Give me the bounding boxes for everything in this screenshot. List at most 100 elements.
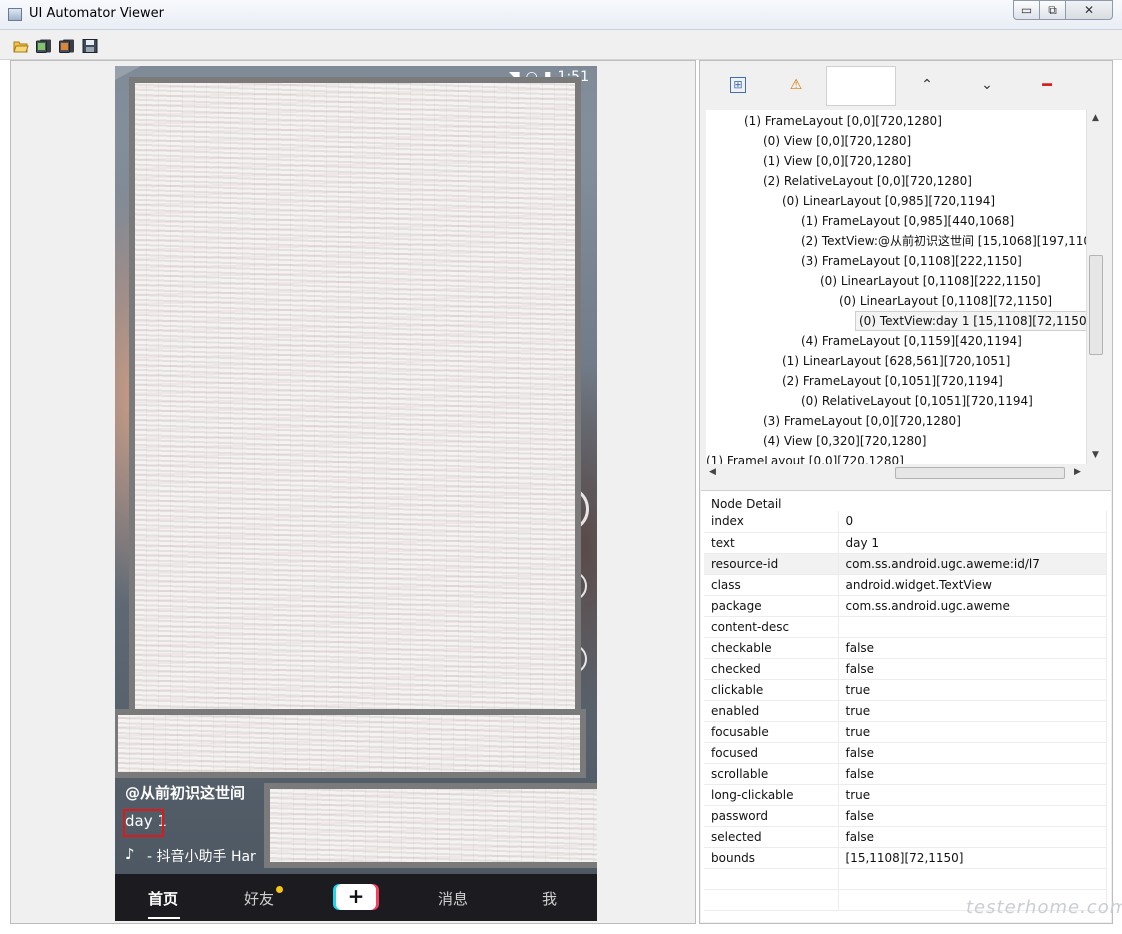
tree-node-selected[interactable]: (0) TextView:day 1 [15,1108][72,1150] bbox=[855, 311, 1086, 331]
scroll-left-arrow-icon[interactable]: ◀ bbox=[709, 467, 716, 477]
detail-value[interactable] bbox=[838, 868, 1107, 890]
tree-node[interactable]: (0) LinearLayout [0,1108][222,1150] bbox=[820, 271, 1041, 291]
scrambled-music-disc bbox=[264, 783, 597, 868]
tree-node[interactable]: (1) View [0,0][720,1280] bbox=[763, 151, 911, 171]
scroll-right-arrow-icon[interactable]: ▶ bbox=[1074, 467, 1081, 477]
tree-node[interactable]: (0) View [0,0][720,1280] bbox=[763, 131, 911, 151]
scrambled-video-region bbox=[129, 77, 581, 715]
detail-value[interactable]: false bbox=[838, 826, 1107, 848]
detail-row[interactable]: password false bbox=[704, 805, 1107, 827]
detail-row[interactable]: clickable true bbox=[704, 679, 1107, 701]
clear-search-icon[interactable]: ━ bbox=[1039, 77, 1055, 93]
detail-row[interactable]: scrollable false bbox=[704, 763, 1107, 785]
detail-row[interactable]: content-desc bbox=[704, 616, 1107, 638]
music-title[interactable]: - 抖音小助手 Har bbox=[147, 846, 256, 866]
tree-node[interactable]: (0) LinearLayout [0,1108][72,1150] bbox=[839, 291, 1052, 311]
detail-key bbox=[704, 889, 839, 911]
close-button[interactable]: ✕ bbox=[1065, 0, 1113, 20]
detail-value[interactable]: false bbox=[838, 637, 1107, 659]
detail-value[interactable]: com.ss.android.ugc.aweme bbox=[838, 595, 1107, 617]
detail-row[interactable]: resource-id com.ss.android.ugc.aweme:id/l… bbox=[704, 553, 1107, 575]
tree-node[interactable]: (0) LinearLayout [0,985][720,1194] bbox=[782, 191, 995, 211]
detail-key bbox=[704, 868, 839, 890]
tree-horizontal-scroll-thumb[interactable] bbox=[895, 467, 1065, 479]
tree-horizontal-scrollbar[interactable]: ◀ ▶ bbox=[706, 464, 1086, 482]
tree-node[interactable]: (2) TextView:@从前初识这世间 [15,1068][197,1106… bbox=[801, 231, 1086, 251]
device-screenshot[interactable]: ◥◠▮1:51 @从前初识这世间 day 1 ♪ - 抖音小助手 Har 首页 … bbox=[115, 66, 597, 921]
detail-row[interactable]: focused false bbox=[704, 742, 1107, 764]
open-folder-icon[interactable] bbox=[13, 39, 29, 53]
detail-row[interactable]: class android.widget.TextView bbox=[704, 574, 1107, 596]
tree-node[interactable]: (4) FrameLayout [0,1159][420,1194] bbox=[801, 331, 1022, 351]
scroll-down-arrow-icon[interactable]: ▼ bbox=[1092, 450, 1099, 460]
detail-value[interactable]: true bbox=[838, 679, 1107, 701]
tree-node[interactable]: (1) FrameLayout [0,985][440,1068] bbox=[801, 211, 1014, 231]
nav-me[interactable]: 我 bbox=[542, 888, 557, 909]
window-title: UI Automator Viewer bbox=[29, 6, 165, 21]
detail-row[interactable]: long-clickable true bbox=[704, 784, 1107, 806]
detail-row[interactable]: bounds [15,1108][72,1150] bbox=[704, 847, 1107, 869]
app-icon bbox=[8, 8, 22, 21]
previous-match-icon[interactable]: ⌃ bbox=[919, 77, 935, 93]
search-field[interactable] bbox=[826, 66, 896, 106]
next-match-icon[interactable]: ⌄ bbox=[979, 77, 995, 93]
tree-vertical-scrollbar[interactable]: ▲ ▼ bbox=[1086, 110, 1104, 464]
detail-key: package bbox=[704, 595, 839, 617]
detail-key: clickable bbox=[704, 679, 839, 701]
tree-toolbar: ⊞ ⚠ ⌃ ⌄ ━ bbox=[700, 61, 1112, 109]
warning-icon[interactable]: ⚠ bbox=[788, 77, 804, 93]
author-name[interactable]: @从前初识这世间 bbox=[125, 782, 245, 803]
detail-value[interactable]: true bbox=[838, 700, 1107, 722]
detail-value[interactable]: false bbox=[838, 742, 1107, 764]
detail-value[interactable]: false bbox=[838, 658, 1107, 680]
tree-node[interactable]: (0) RelativeLayout [0,1051][720,1194] bbox=[801, 391, 1033, 411]
minimize-button[interactable]: ▭ bbox=[1013, 0, 1040, 20]
detail-value[interactable]: day 1 bbox=[838, 532, 1107, 554]
detail-value[interactable]: false bbox=[838, 805, 1107, 827]
tree-node[interactable]: (3) FrameLayout [0,1108][222,1150] bbox=[801, 251, 1022, 271]
tree-node[interactable]: (1) LinearLayout [628,561][720,1051] bbox=[782, 351, 1010, 371]
create-video-button[interactable]: + bbox=[336, 884, 376, 910]
bottom-navigation: 首页 好友 + 消息 我 bbox=[115, 874, 597, 921]
detail-row[interactable]: focusable true bbox=[704, 721, 1107, 743]
tree-node[interactable]: (2) RelativeLayout [0,0][720,1280] bbox=[763, 171, 972, 191]
detail-value[interactable]: true bbox=[838, 784, 1107, 806]
detail-key: resource-id bbox=[704, 553, 839, 575]
detail-row[interactable]: text day 1 bbox=[704, 532, 1107, 554]
device-screenshot-compressed-icon[interactable] bbox=[59, 39, 75, 53]
detail-row[interactable] bbox=[704, 868, 1107, 890]
detail-row[interactable]: checked false bbox=[704, 658, 1107, 680]
nav-friends[interactable]: 好友 bbox=[244, 888, 274, 909]
window-titlebar: UI Automator Viewer ▭ ⧉ ✕ bbox=[0, 0, 1122, 30]
detail-value[interactable]: false bbox=[838, 763, 1107, 785]
detail-row[interactable]: package com.ss.android.ugc.aweme bbox=[704, 595, 1107, 617]
detail-value[interactable]: true bbox=[838, 721, 1107, 743]
tree-node[interactable]: (2) FrameLayout [0,1051][720,1194] bbox=[782, 371, 1003, 391]
detail-row[interactable]: checkable false bbox=[704, 637, 1107, 659]
tree-vertical-scroll-thumb[interactable] bbox=[1089, 255, 1103, 355]
tree-node[interactable]: (3) FrameLayout [0,0][720,1280] bbox=[763, 411, 961, 431]
maximize-button[interactable]: ⧉ bbox=[1039, 0, 1066, 20]
detail-key: long-clickable bbox=[704, 784, 839, 806]
expand-all-icon[interactable]: ⊞ bbox=[730, 77, 746, 93]
detail-row[interactable]: selected false bbox=[704, 826, 1107, 848]
nav-messages[interactable]: 消息 bbox=[438, 888, 468, 909]
detail-value[interactable]: [15,1108][72,1150] bbox=[838, 847, 1107, 869]
detail-row[interactable]: enabled true bbox=[704, 700, 1107, 722]
tree-node[interactable]: (1) FrameLayout [0,0][720,1280] bbox=[744, 111, 942, 131]
save-icon[interactable] bbox=[82, 39, 98, 53]
tree-node[interactable]: (4) View [0,320][720,1280] bbox=[763, 431, 926, 451]
detail-value[interactable] bbox=[838, 616, 1107, 638]
detail-key: class bbox=[704, 574, 839, 596]
device-screenshot-icon[interactable] bbox=[36, 39, 52, 53]
detail-value[interactable]: com.ss.android.ugc.aweme:id/l7 bbox=[838, 553, 1107, 575]
detail-value[interactable]: android.widget.TextView bbox=[838, 574, 1107, 596]
scroll-up-arrow-icon[interactable]: ▲ bbox=[1092, 113, 1099, 123]
tree-node[interactable]: (1) FrameLayout [0,0][720,1280] bbox=[706, 451, 904, 464]
detail-value[interactable]: 0 bbox=[838, 511, 1107, 533]
detail-key: scrollable bbox=[704, 763, 839, 785]
detail-key: password bbox=[704, 805, 839, 827]
detail-row[interactable]: index 0 bbox=[704, 511, 1107, 533]
nav-home[interactable]: 首页 bbox=[148, 888, 178, 909]
hierarchy-tree[interactable]: (1) FrameLayout [0,0][720,1280] (0) View … bbox=[706, 110, 1086, 464]
